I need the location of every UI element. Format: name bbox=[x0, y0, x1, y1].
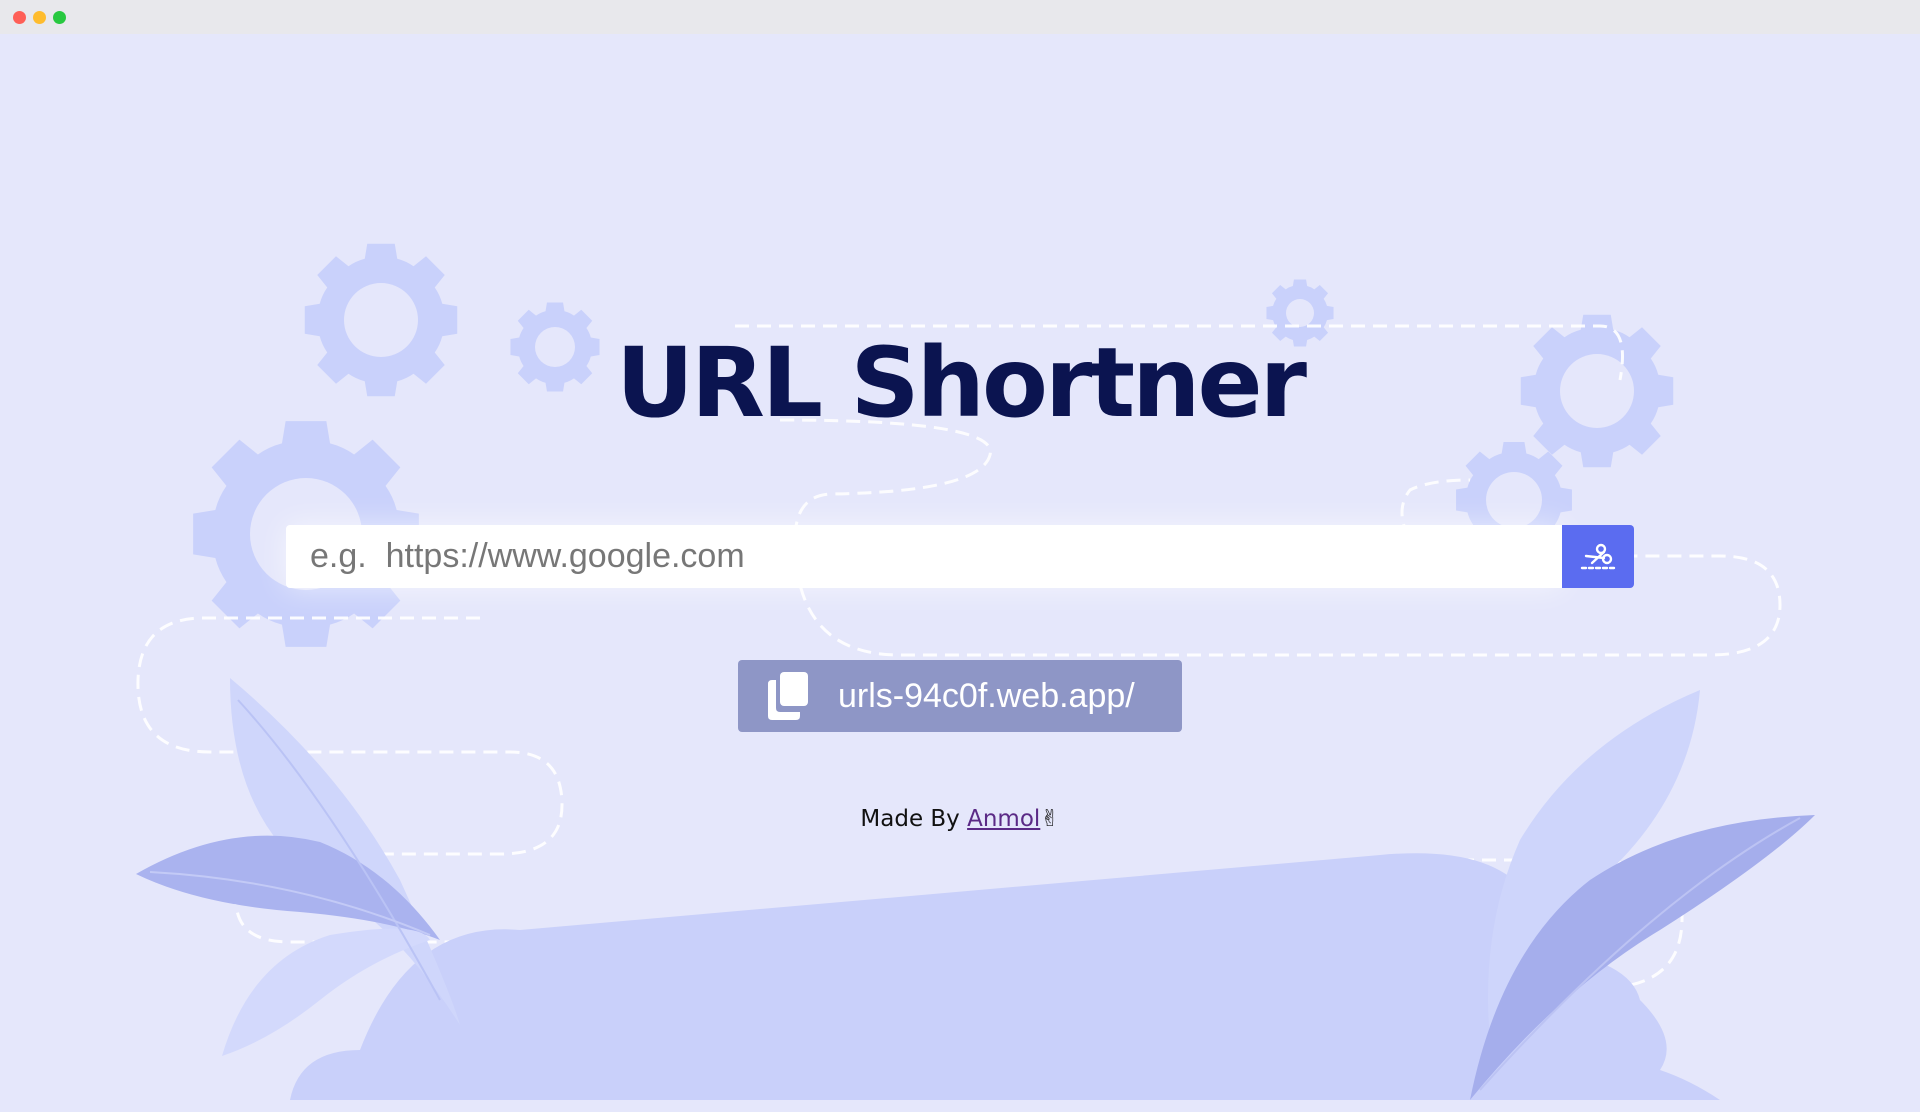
url-input[interactable] bbox=[286, 525, 1562, 588]
page-title: URL Shortner bbox=[616, 327, 1307, 439]
short-url-copy-button[interactable]: urls-94c0f.web.app/ bbox=[738, 660, 1182, 732]
shorten-form bbox=[286, 525, 1634, 588]
footer-prefix: Made By bbox=[860, 806, 968, 832]
footer: Made By Anmol✌ bbox=[0, 806, 1920, 832]
scissors-cut-icon bbox=[1580, 543, 1616, 569]
shorten-button[interactable] bbox=[1562, 525, 1634, 588]
copy-icon bbox=[768, 672, 808, 720]
app-window: URL Shortner urls-94c0f.web.app/ Made By… bbox=[0, 0, 1920, 1112]
victory-hand-icon: ✌ bbox=[1040, 806, 1060, 832]
author-link[interactable]: Anmol bbox=[967, 806, 1040, 832]
short-url-text: urls-94c0f.web.app/ bbox=[838, 676, 1135, 715]
